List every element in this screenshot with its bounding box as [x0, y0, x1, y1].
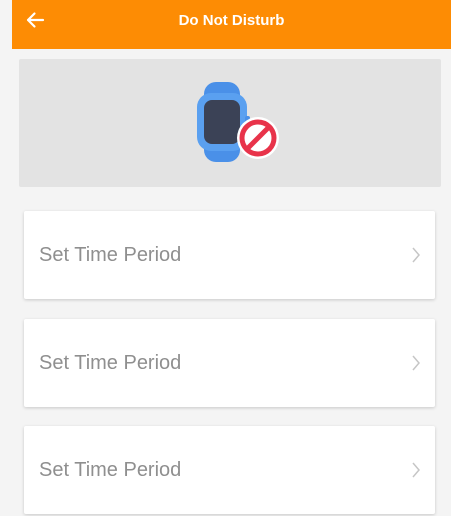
do-not-disturb-banner	[19, 59, 441, 187]
page-title: Do Not Disturb	[178, 12, 285, 29]
chevron-right-icon	[411, 461, 421, 479]
watch-do-not-disturb-icon	[192, 82, 282, 164]
time-period-item[interactable]: Set Time Period	[24, 319, 435, 407]
time-period-label: Set Time Period	[39, 244, 182, 266]
time-period-label: Set Time Period	[39, 459, 182, 481]
do-not-disturb-screen: Do Not Disturb Set Time Period Set Time …	[0, 0, 451, 516]
time-period-item[interactable]: Set Time Period	[24, 426, 435, 514]
time-period-item[interactable]: Set Time Period	[24, 211, 435, 299]
time-period-label: Set Time Period	[39, 352, 182, 374]
chevron-right-icon	[411, 246, 421, 264]
chevron-right-icon	[411, 354, 421, 372]
app-header: Do Not Disturb	[12, 0, 451, 49]
